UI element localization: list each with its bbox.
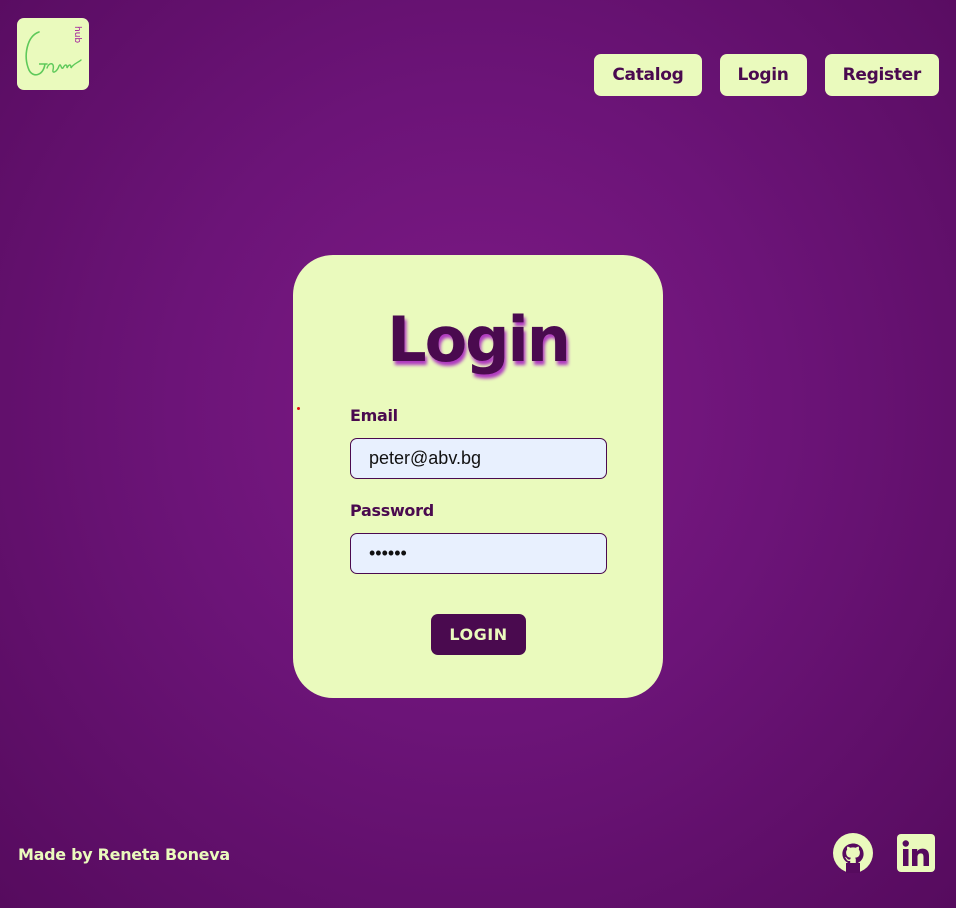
gamehub-logo-icon[interactable]: hub [17,18,89,90]
nav-login-button[interactable]: Login [719,54,807,96]
login-submit-button[interactable]: LOGIN [431,614,526,655]
linkedin-icon[interactable] [896,834,936,873]
top-nav: Catalog Login Register [594,54,939,96]
nav-register-button[interactable]: Register [824,54,939,96]
login-title-wrapper: Login [293,303,663,383]
email-field[interactable] [350,438,607,479]
stray-dot [297,407,300,410]
email-label: Email [350,406,398,425]
logo-subtext: hub [72,26,82,43]
github-icon[interactable] [833,833,873,873]
nav-catalog-button[interactable]: Catalog [594,54,702,96]
password-label: Password [350,501,434,520]
login-title: Login [387,303,571,376]
password-field[interactable] [350,533,607,574]
footer-credit: Made by Reneta Boneva [18,845,230,864]
